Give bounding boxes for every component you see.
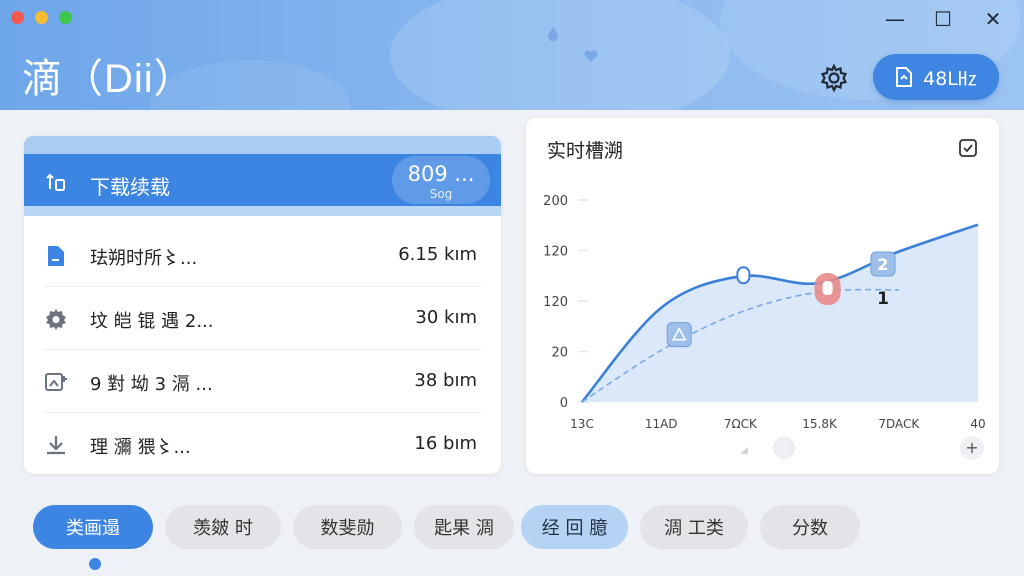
minimize-button[interactable]: — (882, 6, 908, 32)
x-tick-label: 15.8K (802, 417, 838, 431)
list-item-value: 38 bım (414, 370, 477, 391)
y-tick-label: 120 (543, 245, 568, 260)
list-item[interactable]: 坟 皑 锟 遇 2... 30 kım (24, 287, 501, 350)
gear-icon (46, 309, 66, 330)
tab-1[interactable]: 羡皴 时 (165, 505, 281, 549)
header-bar: — ☐ ✕ 滴（Dii） 48L㎐ (0, 0, 1024, 110)
tab-3[interactable]: 匙果 淍 (414, 505, 514, 549)
list-item[interactable]: 理 瀰 猥〻... 16 bım (24, 413, 501, 474)
x-tick-label: 7DACK (878, 417, 920, 431)
document-icon (48, 246, 64, 266)
file-icon (896, 67, 913, 87)
image-add-icon (45, 373, 67, 391)
maximize-button[interactable]: ☐ (930, 6, 956, 32)
header-wave (24, 136, 501, 154)
line-chart: 0 20 120 120 200 13C 11AD 7ΩCK 15.8K 7DACK 40 2 1 (543, 194, 986, 459)
list-header-sub: Sog (429, 187, 453, 201)
list-header[interactable]: 下载续载 809 ... Sog (24, 136, 501, 216)
x-tick-label: 7ΩCK (724, 417, 758, 431)
list-item-name: 理 瀰 猥〻... (90, 437, 191, 458)
tab-2[interactable]: 数斐勋 (293, 505, 402, 549)
data-point-marker (736, 266, 751, 285)
list-item-value: 30 kım (415, 307, 477, 328)
transfer-list-card: 下载续载 809 ... Sog 珐朔时所〻... 6.15 kım 坟 皑 锟… (24, 136, 501, 474)
tab-6[interactable]: 分数 (760, 505, 860, 549)
transfer-icon (46, 173, 65, 191)
list-item[interactable]: 9 對 坳 3 滆 ... 38 bım (24, 350, 501, 413)
header-action-button[interactable]: 48L㎐ (873, 54, 999, 100)
badge-marker-label: 2 (877, 255, 888, 274)
header-action-label: 48L㎐ (923, 67, 977, 90)
x-tick-label: 40 (970, 417, 985, 431)
y-tick-label: 200 (543, 194, 568, 209)
chart-card: 实时槽溯 0 20 120 120 200 13C 11AD 7ΩCK 15.8K 7DACK 40… (526, 118, 999, 474)
list-item-name: 坟 皑 锟 遇 2... (90, 311, 214, 332)
data-point-marker (666, 322, 692, 348)
tab-4[interactable]: 经 回 臆 (521, 505, 628, 549)
pager-dot (773, 437, 795, 459)
heart-icon (584, 50, 598, 62)
highlight-marker-inner (822, 281, 833, 296)
header-wave (24, 206, 501, 216)
list-item-value: 6.15 kım (398, 244, 477, 265)
x-tick-label: 13C (570, 417, 594, 431)
minimize-dot[interactable] (35, 11, 48, 24)
zoom-dot[interactable] (59, 11, 72, 24)
y-tick-label: 20 (551, 346, 568, 361)
close-button[interactable]: ✕ (980, 6, 1006, 32)
list-header-value: 809 ... (407, 162, 475, 186)
app-title: 滴（Dii） (22, 57, 195, 101)
close-dot[interactable] (11, 11, 24, 24)
list-header-badge: 809 ... Sog (392, 156, 490, 204)
pager-arrow-icon (740, 447, 748, 454)
list-item-name: 9 對 坳 3 滆 ... (90, 374, 213, 395)
tab-0[interactable]: 类画遢 (33, 505, 153, 549)
header-decoration (390, 0, 730, 110)
tab-5[interactable]: 淍 工类 (640, 505, 748, 549)
series-area (582, 224, 978, 402)
gear-icon[interactable] (818, 62, 850, 94)
y-tick-label: 0 (560, 396, 568, 411)
add-button[interactable]: + (960, 436, 984, 460)
droplet-icon (548, 27, 558, 42)
x-tick-label: 11AD (645, 417, 678, 431)
active-tab-indicator (89, 558, 101, 570)
list-header-label: 下载续载 (90, 175, 170, 199)
point-annotation: 1 (877, 289, 889, 309)
list-item-value: 16 bım (414, 433, 477, 454)
y-tick-label: 120 (543, 295, 568, 310)
list-item[interactable]: 珐朔时所〻... 6.15 kım (24, 224, 501, 287)
list-item-name: 珐朔时所〻... (90, 248, 198, 269)
download-icon (47, 436, 65, 455)
